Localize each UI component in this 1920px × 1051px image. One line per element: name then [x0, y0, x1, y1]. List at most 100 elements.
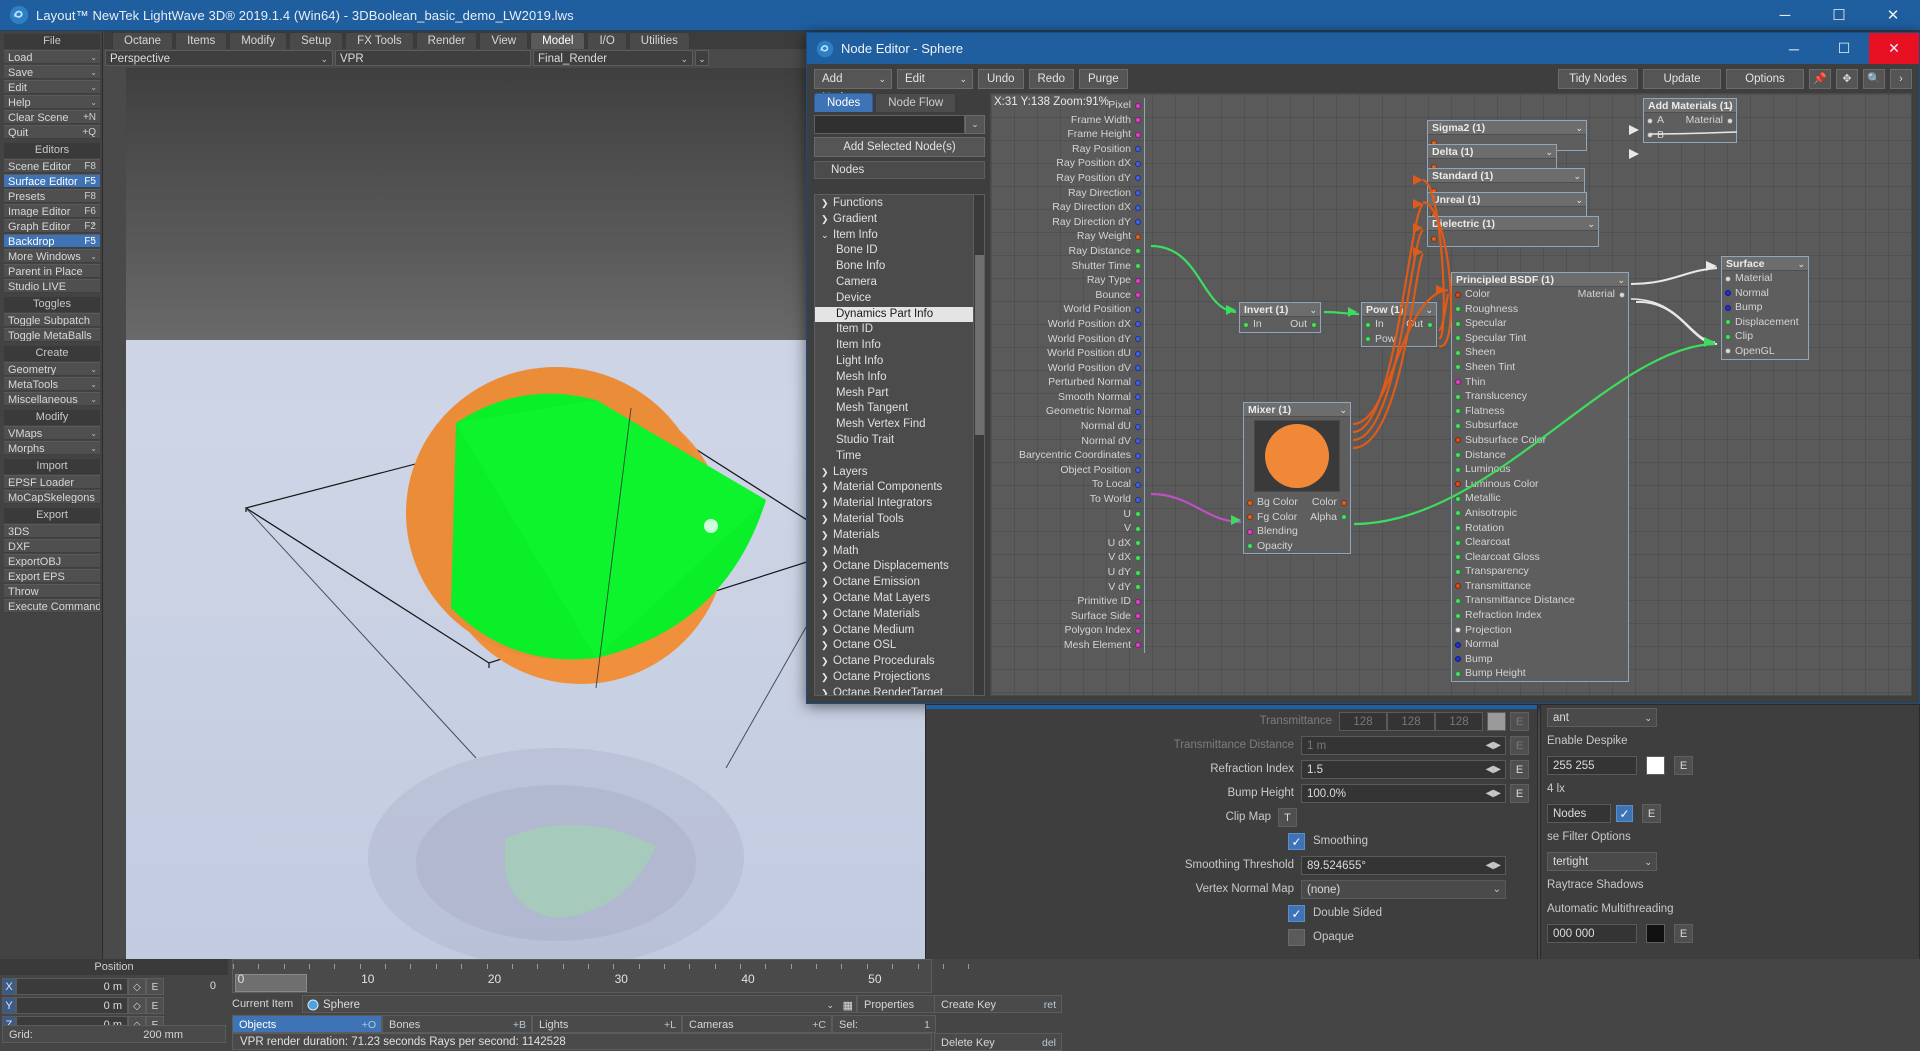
port-dot-icon[interactable]	[1455, 568, 1461, 575]
node-output-port[interactable]: Ray Direction dY	[1000, 215, 1144, 230]
port-dot-icon[interactable]	[1135, 379, 1141, 386]
render-option-value[interactable]: 255 255	[1547, 755, 1637, 775]
node-input-port[interactable]: Sheen Tint	[1452, 360, 1628, 375]
view-mode-dropdown[interactable]: Perspective ⌄	[105, 50, 333, 66]
port-dot-icon[interactable]	[1135, 627, 1141, 634]
node-output-port[interactable]: Ray Position dY	[1000, 171, 1144, 186]
node-io-row[interactable]: Pow	[1362, 332, 1436, 347]
camera-dropdown[interactable]: Final_Render ⌄	[533, 50, 693, 66]
sidebar-item-3ds[interactable]: 3DS	[4, 524, 100, 538]
port-dot-icon[interactable]	[1135, 554, 1141, 561]
node-tree-item-mesh-vertex-find[interactable]: Mesh Vertex Find	[815, 417, 973, 433]
menu-tab-i-o[interactable]: I/O	[587, 32, 627, 49]
node-input-port[interactable]: Refraction Index	[1452, 608, 1628, 623]
node-io-row[interactable]: Blending	[1244, 524, 1350, 539]
node-input-port[interactable]: Metallic	[1452, 491, 1628, 506]
port-dot-icon[interactable]	[1135, 365, 1141, 372]
port-dot-icon[interactable]	[1725, 304, 1731, 311]
node-tree-item-camera[interactable]: Camera	[815, 275, 973, 291]
node-editor-minimize-button[interactable]: ─	[1769, 33, 1819, 64]
menu-tab-fx-tools[interactable]: FX Tools	[345, 32, 414, 49]
sidebar-item-quit[interactable]: Quit +Q	[4, 125, 100, 139]
node-output-port[interactable]: Barycentric Coordinates	[1000, 448, 1144, 463]
node-tree-item-octane-projections[interactable]: ❯ Octane Projections	[815, 670, 973, 686]
invert-node[interactable]: Invert (1) ⌄ In Out	[1239, 302, 1321, 333]
node-input-port[interactable]: Specular Tint	[1452, 331, 1628, 346]
node-header[interactable]: Standard (1) ⌄	[1428, 169, 1584, 183]
node-output-port[interactable]: Geometric Normal	[1000, 404, 1144, 419]
pixel-info-node[interactable]: Pixel Frame Width Frame Height Ray Position…	[1000, 98, 1145, 653]
envelope-button[interactable]: E	[1674, 755, 1693, 775]
sidebar-item-help[interactable]: Help ⌄	[4, 95, 100, 109]
sidebar-item-metatools[interactable]: MetaTools ⌄	[4, 377, 100, 391]
smoothing-checkbox[interactable]: ✓	[1288, 832, 1305, 850]
node-tree-item-item-info[interactable]: ⌄ Item Info	[815, 228, 973, 244]
sidebar-item-backdrop[interactable]: Backdrop F5 ⌃	[4, 234, 100, 248]
menu-tab-view[interactable]: View	[479, 32, 529, 49]
node-input-port[interactable]: B	[1644, 128, 1736, 143]
redo-button[interactable]: Redo	[1028, 68, 1074, 89]
node-input-port[interactable]: OpenGL	[1722, 344, 1808, 359]
sidebar-item-throw[interactable]: Throw	[4, 584, 100, 598]
port-dot-icon[interactable]	[1135, 438, 1141, 445]
node-header[interactable]: Mixer (1) ⌄	[1244, 403, 1350, 417]
node-io-row[interactable]: Opacity	[1244, 539, 1350, 554]
port-dot-icon[interactable]	[1247, 499, 1253, 506]
select-mode-objects[interactable]: Objects +O	[232, 1015, 382, 1033]
node-input-port[interactable]: Anisotropic	[1452, 506, 1628, 521]
node-tree-item-octane-displacements[interactable]: ❯ Octane Displacements	[815, 559, 973, 575]
node-output-port[interactable]: Ray Position	[1000, 142, 1144, 157]
edit-dropdown[interactable]: Edit ⌄	[897, 68, 973, 89]
node-input-port[interactable]: Normal	[1452, 637, 1628, 652]
pin-icon[interactable]: 📌	[1809, 68, 1831, 89]
node-tree-item-math[interactable]: ❯ Math	[815, 544, 973, 560]
node-output-port[interactable]: U	[1000, 507, 1144, 522]
node-tree-item-mesh-part[interactable]: Mesh Part	[815, 386, 973, 402]
node-output-port[interactable]: Shutter Time	[1000, 259, 1144, 274]
node-input-port[interactable]: Bump	[1722, 300, 1808, 315]
node-editor-close-button[interactable]: ✕	[1869, 33, 1919, 64]
port-dot-icon[interactable]	[1135, 350, 1141, 357]
opaque-checkbox[interactable]	[1288, 928, 1305, 946]
node-output-port[interactable]: World Position	[1000, 302, 1144, 317]
port-dot-icon[interactable]	[1455, 539, 1461, 546]
select-mode-lights[interactable]: Lights +L	[532, 1015, 682, 1033]
node-input-port[interactable]: Material	[1722, 271, 1808, 286]
node-output-port[interactable]: World Position dU	[1000, 346, 1144, 361]
node-input-port[interactable]: Normal	[1722, 286, 1808, 301]
port-dot-icon[interactable]	[1455, 641, 1461, 648]
node-output-port[interactable]: Surface Side	[1000, 609, 1144, 624]
port-dot-icon[interactable]	[1365, 321, 1371, 328]
node-input-port[interactable]: Flatness	[1452, 404, 1628, 419]
port-dot-icon[interactable]	[1135, 219, 1141, 226]
port-dot-icon[interactable]	[1455, 612, 1461, 619]
node-input-port[interactable]: Sheen	[1452, 345, 1628, 360]
port-dot-icon[interactable]	[1135, 569, 1141, 576]
node-output-port[interactable]: To World	[1000, 492, 1144, 507]
node-editor-maximize-button[interactable]: ☐	[1819, 33, 1869, 64]
sidebar-item-miscellaneous[interactable]: Miscellaneous ⌄	[4, 392, 100, 406]
node-output-port[interactable]: U dY	[1000, 565, 1144, 580]
sidebar-item-scene-editor[interactable]: Scene Editor F8	[4, 159, 100, 173]
port-dot-icon[interactable]	[1135, 452, 1141, 459]
node-output-port[interactable]: Polygon Index	[1000, 623, 1144, 638]
port-dot-icon[interactable]	[1725, 333, 1731, 340]
maximize-button[interactable]: ☐	[1812, 0, 1866, 31]
node-tree-item-device[interactable]: Device	[815, 291, 973, 307]
sidebar-item-load[interactable]: Load ⌄	[4, 50, 100, 64]
list-icon[interactable]: ▦	[843, 997, 853, 1015]
node-input-port[interactable]: Clip	[1722, 329, 1808, 344]
node-tree-item-material-integrators[interactable]: ❯ Material Integrators	[815, 496, 973, 512]
node-output-port[interactable]: Ray Direction dX	[1000, 200, 1144, 215]
node-output-port[interactable]: World Position dV	[1000, 361, 1144, 376]
surface-value-input[interactable]: 128	[1339, 711, 1387, 731]
port-dot-icon[interactable]	[1455, 525, 1461, 531]
select-mode-bones[interactable]: Bones +B	[382, 1015, 532, 1033]
port-dot-icon[interactable]	[1727, 117, 1733, 124]
move-icon[interactable]: ✥	[1836, 68, 1858, 89]
port-dot-icon[interactable]	[1135, 131, 1141, 138]
port-dot-icon[interactable]	[1135, 248, 1141, 255]
purge-button[interactable]: Purge	[1079, 68, 1128, 89]
node-header[interactable]: Delta (1) ⌄	[1428, 145, 1556, 159]
stepper-arrows-icon[interactable]: ◀▶	[1486, 737, 1501, 755]
